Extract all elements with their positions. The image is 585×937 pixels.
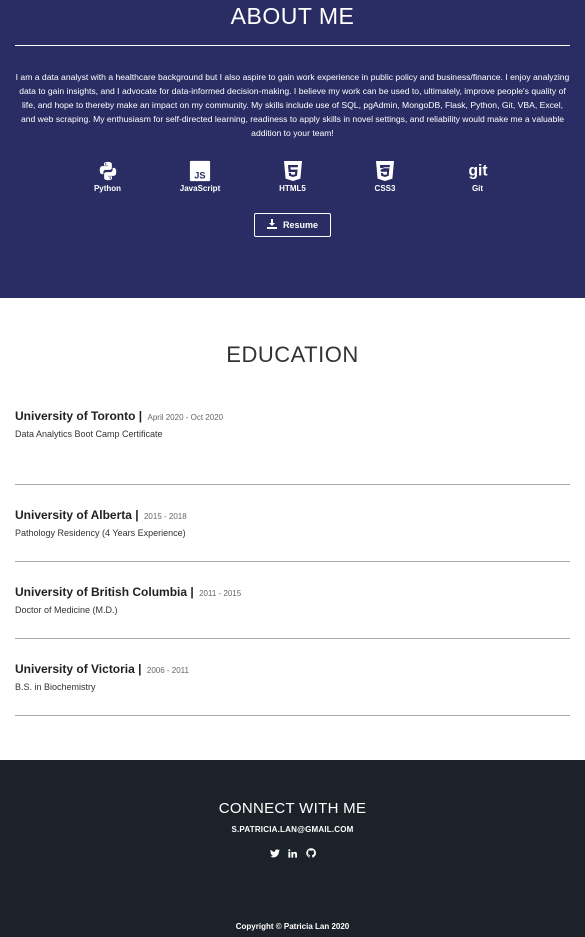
- education-detail: Data Analytics Boot Camp Certificate: [15, 429, 163, 439]
- skill-label-javascript: JavaScript: [179, 184, 221, 193]
- skill-javascript: JS JavaScript: [154, 160, 247, 193]
- education-list: University of Toronto | April 2020 - Oct…: [0, 408, 585, 716]
- education-item: University of Toronto | April 2020 - Oct…: [15, 408, 570, 485]
- school-name: University of British Columbia: [15, 585, 188, 599]
- skill-html5: HTML5: [246, 160, 339, 193]
- twitter-icon[interactable]: [269, 848, 280, 858]
- about-divider: [15, 45, 570, 46]
- separator: |: [135, 508, 139, 522]
- github-icon[interactable]: [305, 848, 316, 858]
- education-detail: Pathology Residency (4 Years Experience): [15, 528, 186, 538]
- download-icon: [266, 219, 277, 231]
- skill-python: Python: [61, 160, 154, 193]
- separator: |: [190, 585, 194, 599]
- school-name: University of Alberta: [15, 508, 132, 522]
- footer-section: CONNECT WITH ME S.PATRICIA.LAN@GMAIL.COM…: [0, 760, 585, 937]
- education-detail: B.S. in Biochemistry: [15, 682, 96, 692]
- resume-label: Resume: [282, 220, 318, 230]
- education-dates: 2015 - 2018: [143, 512, 187, 521]
- skills-row: Python JS JavaScript HTML5 CSS3 git Git: [0, 160, 585, 193]
- css3-icon: [374, 160, 396, 182]
- education-dates: 2006 - 2011: [146, 666, 189, 675]
- education-dates: 2011 - 2015: [199, 589, 242, 598]
- education-dates: April 2020 - Oct 2020: [147, 413, 224, 422]
- svg-text:JS: JS: [194, 170, 205, 180]
- education-title: EDUCATION: [226, 342, 359, 367]
- skill-label-css3: CSS3: [374, 184, 396, 193]
- separator: |: [138, 409, 143, 423]
- separator: |: [138, 662, 142, 676]
- python-icon: [97, 160, 119, 182]
- skill-css3: CSS3: [339, 160, 432, 193]
- connect-title: CONNECT WITH ME: [218, 800, 367, 817]
- about-section: ABOUT ME I am a data analyst with a heal…: [0, 0, 585, 298]
- social-links: [0, 848, 585, 858]
- email-link[interactable]: S.PATRICIA.LAN@GMAIL.COM: [0, 825, 585, 834]
- linkedin-icon[interactable]: [288, 848, 298, 858]
- skill-label-git: Git: [471, 184, 484, 193]
- git-icon: git: [467, 160, 489, 182]
- copyright-text: Copyright © Patricia Lan 2020: [235, 922, 350, 931]
- education-item: University of British Columbia | 2011 - …: [15, 562, 570, 639]
- about-description: I am a data analyst with a healthcare ba…: [15, 72, 570, 138]
- education-item: University of Alberta | 2015 - 2018 Path…: [15, 485, 570, 562]
- education-item: University of Victoria | 2006 - 2011 B.S…: [15, 639, 570, 716]
- education-section: EDUCATION University of Toronto | April …: [0, 298, 585, 760]
- skill-git: git Git: [431, 160, 524, 193]
- education-detail: Doctor of Medicine (M.D.): [15, 605, 118, 615]
- javascript-icon: JS: [189, 160, 211, 182]
- resume-button[interactable]: Resume: [253, 213, 331, 237]
- about-title: ABOUT ME: [230, 3, 355, 29]
- svg-text:git: git: [468, 163, 487, 180]
- school-name: University of Victoria: [15, 662, 135, 676]
- skill-label-python: Python: [93, 184, 122, 193]
- school-name: University of Toronto: [15, 409, 136, 423]
- html5-icon: [282, 160, 304, 182]
- skill-label-html5: HTML5: [279, 184, 306, 193]
